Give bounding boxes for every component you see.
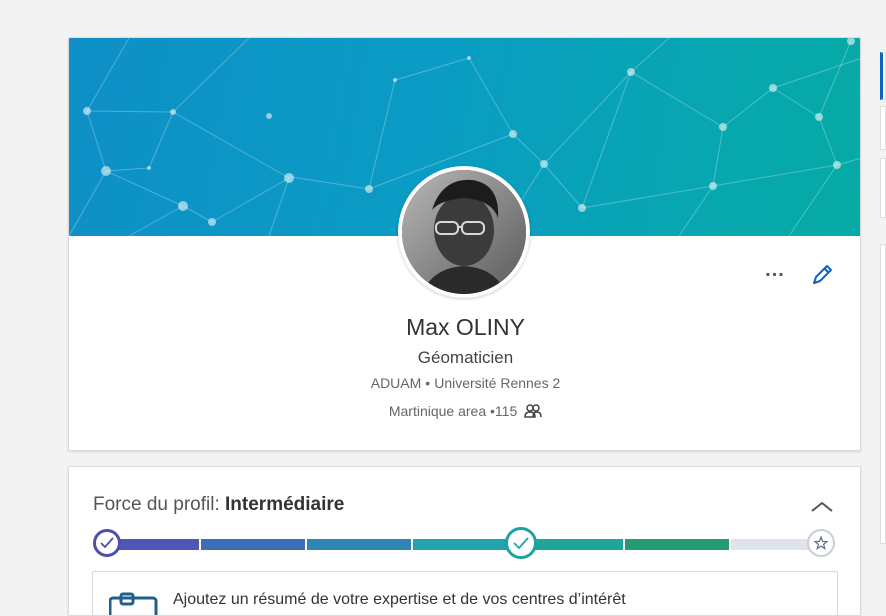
side-panel-edge bbox=[880, 244, 886, 544]
profile-photo bbox=[402, 170, 526, 294]
summary-icon bbox=[109, 592, 158, 615]
edit-profile-button[interactable] bbox=[809, 262, 835, 288]
progress-segment bbox=[625, 539, 729, 550]
current-step-check bbox=[505, 527, 537, 559]
location-text: Martinique area bbox=[388, 403, 487, 419]
profile-card: ... Max OLINY Géomaticien ADUAM • Universi… bbox=[68, 37, 861, 451]
company-link[interactable]: ADUAM bbox=[371, 375, 422, 391]
profile-organizations: ADUAM • Université Rennes 2 bbox=[69, 375, 860, 391]
suggestion-card[interactable]: Ajoutez un résumé de votre expertise et … bbox=[92, 571, 838, 615]
progress-segment bbox=[201, 539, 305, 550]
side-panel-edge bbox=[880, 158, 886, 218]
check-icon bbox=[513, 537, 529, 550]
avatar[interactable] bbox=[398, 166, 530, 298]
strength-label: Force du profil: bbox=[93, 494, 220, 515]
separator: • bbox=[425, 375, 431, 391]
side-panel-edge bbox=[880, 52, 886, 100]
suggestion-text: Ajoutez un résumé de votre expertise et … bbox=[173, 591, 626, 608]
connections-count[interactable]: 115 bbox=[495, 403, 517, 419]
profile-location-line: Martinique area •115 bbox=[69, 403, 860, 419]
progress-segment bbox=[413, 539, 517, 550]
strength-level: Intermédiaire bbox=[225, 494, 345, 515]
profile-headline: Géomaticien bbox=[417, 348, 514, 367]
check-icon bbox=[100, 537, 114, 549]
profile-strength-title: Force du profil: Intermédiaire bbox=[93, 494, 344, 516]
start-step-check bbox=[93, 529, 121, 557]
connections-icon bbox=[524, 404, 542, 418]
collapse-button[interactable] bbox=[809, 497, 835, 517]
profile-strength-meter bbox=[93, 527, 839, 561]
profile-name: Max OLINY bbox=[406, 314, 525, 340]
goal-step-star bbox=[807, 529, 835, 557]
profile-strength-card: Force du profil: Intermédiaire Ajoutez u… bbox=[68, 466, 861, 616]
star-icon bbox=[813, 535, 829, 550]
chevron-up-icon bbox=[811, 501, 833, 512]
more-options-button[interactable]: ... bbox=[762, 260, 788, 286]
progress-segment bbox=[307, 539, 411, 550]
school-link[interactable]: Université Rennes 2 bbox=[434, 375, 560, 391]
side-panel-edge bbox=[880, 106, 886, 150]
pencil-icon bbox=[813, 265, 832, 284]
